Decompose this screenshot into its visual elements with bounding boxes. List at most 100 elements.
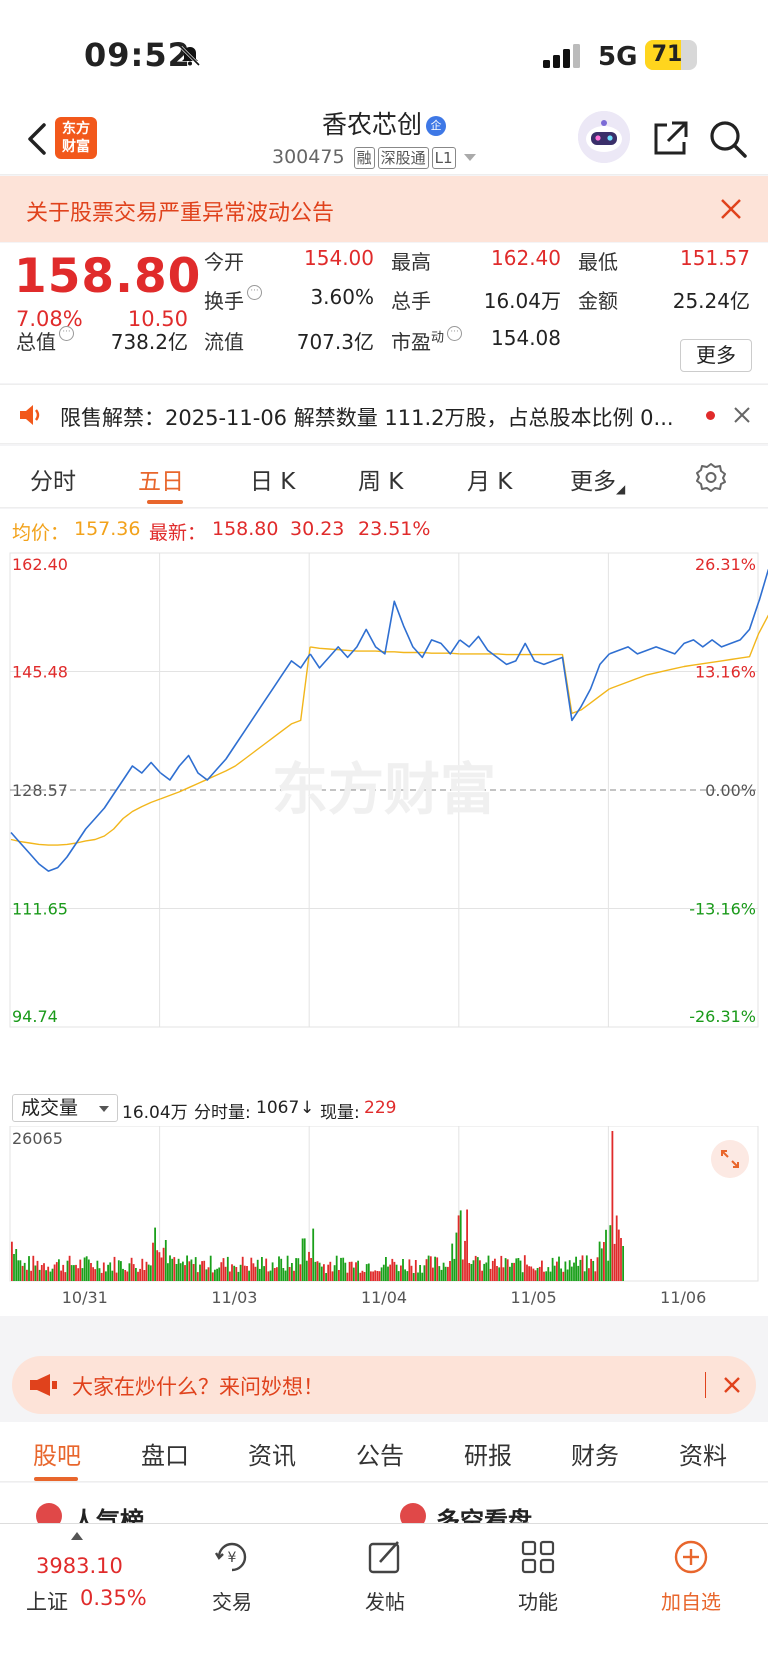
grid-function-icon[interactable] [519, 1538, 557, 1576]
volume-bar [318, 1262, 321, 1281]
nav-post[interactable]: 发帖 [340, 1586, 430, 1615]
current-volume-label: 现量: [320, 1103, 360, 1123]
chevron-down-icon [463, 154, 476, 161]
latest-label: 最新： [149, 522, 207, 544]
volume-bar [113, 1256, 116, 1281]
nav-trade[interactable]: 交易 [187, 1586, 277, 1615]
compose-icon[interactable] [366, 1538, 404, 1576]
stock-code-row[interactable]: 300475 融深股通 L1 [272, 146, 476, 169]
avg-price-line [10, 798, 161, 846]
volume-bar [447, 1266, 449, 1281]
volume-bar [177, 1258, 180, 1281]
search-icon[interactable] [708, 119, 748, 159]
tab-financials[interactable]: 财务 [571, 1436, 619, 1471]
volume-bar [494, 1258, 496, 1281]
volume-bar [387, 1266, 389, 1281]
volume-bar [372, 1271, 374, 1281]
info-icon[interactable]: ··· [247, 285, 262, 300]
banner-text[interactable]: 大家在炒什么？来问妙想！ [72, 1371, 324, 1401]
tab-more[interactable]: 更多◢ [570, 462, 625, 496]
volume-bar [124, 1270, 127, 1281]
tab-news[interactable]: 资讯 [248, 1436, 296, 1471]
share-icon[interactable] [650, 119, 690, 159]
popularity-ranking-link[interactable]: 人气榜 [72, 1501, 144, 1523]
assistant-robot-icon[interactable] [578, 111, 630, 163]
volume-bar [11, 1241, 13, 1281]
pe-label[interactable]: 市盈动 ··· [391, 326, 463, 355]
volume-bar [94, 1269, 97, 1281]
settings-gear-icon[interactable] [696, 462, 726, 492]
volume-bar [498, 1267, 501, 1281]
x-tick-label: 11/04 [361, 1288, 407, 1307]
tab-five-day[interactable]: 五日 [138, 462, 184, 496]
tab-forum[interactable]: 股吧 [33, 1436, 81, 1471]
volume-bar [566, 1269, 569, 1281]
ask-assistant-banner[interactable]: 大家在炒什么？来问妙想！ [12, 1356, 756, 1414]
price-chart-svg[interactable]: 162.40 26.31% 145.48 13.16% 128.57 0.00% 111.6… [0, 547, 768, 1090]
tab-profile[interactable]: 资料 [679, 1436, 727, 1471]
tab-announcements[interactable]: 公告 [356, 1436, 404, 1471]
volume-bar [410, 1265, 413, 1281]
index-value[interactable]: 3983.10 [36, 1554, 123, 1578]
speaker-icon [20, 405, 40, 425]
expand-icon[interactable] [711, 1140, 749, 1178]
close-icon[interactable] [732, 405, 752, 425]
volume-bar [323, 1264, 325, 1281]
volume-bar [506, 1259, 509, 1281]
volume-bar [581, 1255, 584, 1281]
volume-bar [256, 1259, 259, 1281]
volume-bar [553, 1265, 556, 1281]
market-cap-label[interactable]: 总值 ··· [16, 326, 74, 355]
more-button[interactable]: 更多 [680, 339, 752, 372]
volume-bar [73, 1265, 75, 1281]
index-change[interactable]: 0.35% [80, 1586, 147, 1610]
stock-header: 东方 财富 香农芯创企 300475 融深股通 L1 [0, 105, 768, 175]
volume-bar [479, 1260, 481, 1281]
volume-bar [500, 1255, 503, 1281]
volume-bar [350, 1261, 353, 1281]
five-day-price-chart[interactable]: 162.40 26.31% 145.48 13.16% 128.57 0.00% 111.6… [0, 547, 768, 1107]
volume-chart-svg[interactable]: 26065 10/31 11/03 11/04 11/05 11/06 [0, 1125, 768, 1316]
unlock-notice[interactable]: 限售解禁：2025-11-06 解禁数量 111.2万股，占总股本比例 0... [0, 384, 768, 444]
nav-add-watchlist[interactable]: 加自选 [646, 1586, 736, 1615]
nav-functions[interactable]: 功能 [493, 1586, 583, 1615]
indicator-select[interactable]: 成交量 [12, 1094, 118, 1122]
close-icon[interactable] [723, 1376, 741, 1394]
volume-chart[interactable]: 26065 10/31 11/03 11/04 11/05 11/06 [0, 1125, 768, 1316]
announcement-banner[interactable]: 关于股票交易严重异常波动公告 [0, 176, 768, 242]
close-icon[interactable] [718, 196, 744, 222]
volume-bar [66, 1260, 69, 1281]
announcement-text[interactable]: 关于股票交易严重异常波动公告 [26, 195, 334, 227]
price-line [10, 761, 162, 872]
enterprise-badge: 企 [426, 116, 446, 136]
current-volume-value: 229 [364, 1098, 397, 1118]
avg-price-line [459, 653, 610, 715]
volume-bar [534, 1270, 537, 1281]
volume-bar [329, 1261, 332, 1281]
volume-bar [432, 1267, 434, 1281]
turnover-label[interactable]: 换手 ··· [204, 285, 262, 314]
volume-bar [615, 1215, 618, 1281]
expand-up-icon[interactable] [71, 1532, 83, 1540]
bar-volume-label: 分时量: [194, 1103, 251, 1123]
tab-intraday[interactable]: 分时 [30, 462, 76, 496]
volume-bar [297, 1258, 300, 1281]
volume-bar [312, 1228, 315, 1281]
info-icon[interactable]: ··· [59, 326, 74, 341]
tab-daily-k[interactable]: 日 K [250, 462, 295, 496]
unlock-text[interactable]: 限售解禁：2025-11-06 解禁数量 111.2万股，占总股本比例 0... [60, 402, 688, 432]
tab-research[interactable]: 研报 [464, 1436, 512, 1471]
volume-bar [596, 1257, 599, 1281]
volume-bar [308, 1251, 310, 1281]
volume-bar [355, 1262, 357, 1281]
bull-bear-link[interactable]: 多空看盘 [436, 1501, 532, 1523]
index-name[interactable]: 上证 [26, 1586, 68, 1616]
add-watchlist-icon[interactable] [672, 1538, 710, 1576]
trade-icon[interactable]: ¥ [213, 1538, 251, 1576]
tab-orderbook[interactable]: 盘口 [141, 1436, 189, 1471]
volume-bar [609, 1225, 612, 1281]
tab-weekly-k[interactable]: 周 K [358, 462, 403, 496]
chart-info-line: 均价： 157.36 最新： 158.80 30.23 23.51% [0, 509, 768, 547]
volume-bar [83, 1257, 86, 1281]
tab-monthly-k[interactable]: 月 K [467, 462, 512, 496]
